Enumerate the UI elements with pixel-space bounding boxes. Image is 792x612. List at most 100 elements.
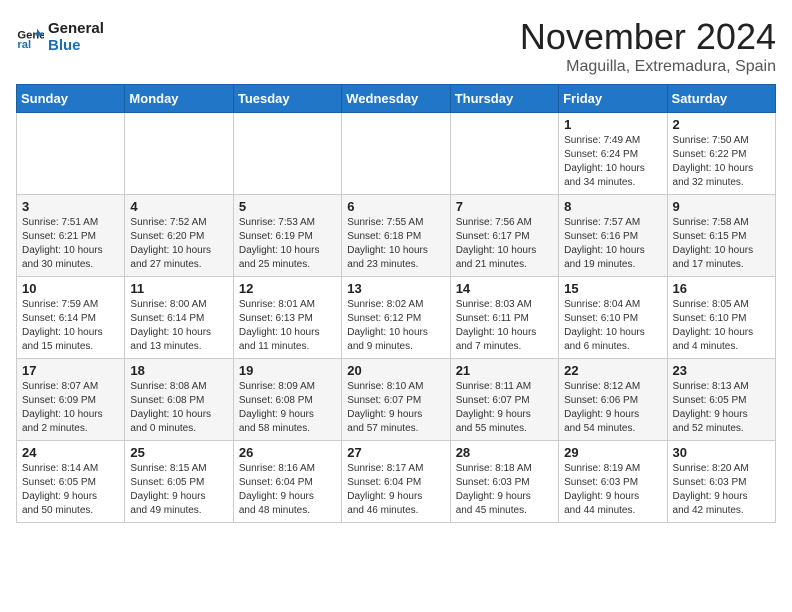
weekday-header: Monday	[125, 85, 233, 113]
calendar-cell	[233, 113, 341, 195]
day-info: Sunrise: 7:49 AM Sunset: 6:24 PM Dayligh…	[564, 134, 661, 190]
calendar-cell: 4Sunrise: 7:52 AM Sunset: 6:20 PM Daylig…	[125, 195, 233, 277]
calendar-cell: 5 Sunrise: 7:53 AM Sunset: 6:19 PM Daylig…	[233, 195, 341, 277]
calendar-cell: 24 Sunrise: 8:14 AM Sunset: 6:05 PM Dayli…	[17, 441, 125, 523]
day-number: 13	[347, 281, 444, 296]
calendar-cell: 12Sunrise: 8:01 AM Sunset: 6:13 PM Dayli…	[233, 277, 341, 359]
logo-icon: Gene ral	[16, 23, 44, 51]
day-number: 15	[564, 281, 661, 296]
weekday-header: Saturday	[667, 85, 775, 113]
day-info: Sunrise: 7:58 AM Sunset: 6:15 PM Dayligh…	[673, 216, 770, 272]
calendar-cell: 16 Sunrise: 8:05 AM Sunset: 6:10 PM Dayli…	[667, 277, 775, 359]
location-title: Maguilla, Extremadura, Spain	[520, 58, 776, 76]
calendar-cell: 23 Sunrise: 8:13 AM Sunset: 6:05 PM Dayli…	[667, 359, 775, 441]
day-info: Sunrise: 7:50 AM Sunset: 6:22 PM Dayligh…	[673, 134, 770, 190]
calendar-cell: 22 Sunrise: 8:12 AM Sunset: 6:06 PM Dayli…	[559, 359, 667, 441]
day-info: Sunrise: 8:11 AM Sunset: 6:07 PM Dayligh…	[456, 380, 553, 436]
day-number: 17	[22, 363, 119, 378]
weekday-header: Wednesday	[342, 85, 450, 113]
day-number: 18	[130, 363, 227, 378]
day-info: Sunrise: 8:09 AM Sunset: 6:08 PM Dayligh…	[239, 380, 336, 436]
day-number: 22	[564, 363, 661, 378]
calendar-cell: 13 Sunrise: 8:02 AM Sunset: 6:12 PM Dayli…	[342, 277, 450, 359]
day-info: Sunrise: 8:08 AM Sunset: 6:08 PM Dayligh…	[130, 380, 227, 436]
header: Gene ral General Blue November 2024 Magu…	[16, 16, 776, 76]
calendar-cell	[125, 113, 233, 195]
weekday-header: Friday	[559, 85, 667, 113]
day-info: Sunrise: 8:02 AM Sunset: 6:12 PM Dayligh…	[347, 298, 444, 354]
day-info: Sunrise: 8:15 AM Sunset: 6:05 PM Dayligh…	[130, 462, 227, 518]
day-number: 26	[239, 445, 336, 460]
svg-text:ral: ral	[17, 39, 31, 51]
calendar-cell	[342, 113, 450, 195]
title-area: November 2024 Maguilla, Extremadura, Spa…	[520, 16, 776, 76]
day-number: 14	[456, 281, 553, 296]
calendar-cell: 28Sunrise: 8:18 AM Sunset: 6:03 PM Dayli…	[450, 441, 558, 523]
calendar-cell: 17Sunrise: 8:07 AM Sunset: 6:09 PM Dayli…	[17, 359, 125, 441]
logo-line2: Blue	[48, 37, 104, 54]
day-number: 23	[673, 363, 770, 378]
calendar-cell: 21Sunrise: 8:11 AM Sunset: 6:07 PM Dayli…	[450, 359, 558, 441]
weekday-header-row: SundayMondayTuesdayWednesdayThursdayFrid…	[17, 85, 776, 113]
logo-line1: General	[48, 20, 104, 37]
day-number: 8	[564, 199, 661, 214]
day-number: 3	[22, 199, 119, 214]
calendar-cell	[450, 113, 558, 195]
calendar-cell: 25 Sunrise: 8:15 AM Sunset: 6:05 PM Dayli…	[125, 441, 233, 523]
calendar-week-row: 3 Sunrise: 7:51 AM Sunset: 6:21 PM Daylig…	[17, 195, 776, 277]
day-info: Sunrise: 7:55 AM Sunset: 6:18 PM Dayligh…	[347, 216, 444, 272]
calendar-cell: 2Sunrise: 7:50 AM Sunset: 6:22 PM Daylig…	[667, 113, 775, 195]
day-info: Sunrise: 8:13 AM Sunset: 6:05 PM Dayligh…	[673, 380, 770, 436]
day-info: Sunrise: 7:56 AM Sunset: 6:17 PM Dayligh…	[456, 216, 553, 272]
day-number: 29	[564, 445, 661, 460]
day-number: 25	[130, 445, 227, 460]
calendar-cell: 14Sunrise: 8:03 AM Sunset: 6:11 PM Dayli…	[450, 277, 558, 359]
day-info: Sunrise: 8:01 AM Sunset: 6:13 PM Dayligh…	[239, 298, 336, 354]
day-number: 19	[239, 363, 336, 378]
calendar-cell: 30Sunrise: 8:20 AM Sunset: 6:03 PM Dayli…	[667, 441, 775, 523]
day-info: Sunrise: 8:04 AM Sunset: 6:10 PM Dayligh…	[564, 298, 661, 354]
weekday-header: Sunday	[17, 85, 125, 113]
day-info: Sunrise: 8:17 AM Sunset: 6:04 PM Dayligh…	[347, 462, 444, 518]
calendar-cell: 3 Sunrise: 7:51 AM Sunset: 6:21 PM Daylig…	[17, 195, 125, 277]
day-number: 9	[673, 199, 770, 214]
calendar-cell: 26Sunrise: 8:16 AM Sunset: 6:04 PM Dayli…	[233, 441, 341, 523]
day-info: Sunrise: 8:18 AM Sunset: 6:03 PM Dayligh…	[456, 462, 553, 518]
calendar-cell: 18 Sunrise: 8:08 AM Sunset: 6:08 PM Dayli…	[125, 359, 233, 441]
calendar-week-row: 1 Sunrise: 7:49 AM Sunset: 6:24 PM Daylig…	[17, 113, 776, 195]
day-number: 16	[673, 281, 770, 296]
day-info: Sunrise: 8:10 AM Sunset: 6:07 PM Dayligh…	[347, 380, 444, 436]
calendar-week-row: 17Sunrise: 8:07 AM Sunset: 6:09 PM Dayli…	[17, 359, 776, 441]
calendar-cell: 1 Sunrise: 7:49 AM Sunset: 6:24 PM Daylig…	[559, 113, 667, 195]
calendar: SundayMondayTuesdayWednesdayThursdayFrid…	[16, 84, 776, 523]
calendar-cell: 15 Sunrise: 8:04 AM Sunset: 6:10 PM Dayli…	[559, 277, 667, 359]
day-info: Sunrise: 7:59 AM Sunset: 6:14 PM Dayligh…	[22, 298, 119, 354]
day-info: Sunrise: 8:20 AM Sunset: 6:03 PM Dayligh…	[673, 462, 770, 518]
calendar-week-row: 24 Sunrise: 8:14 AM Sunset: 6:05 PM Dayli…	[17, 441, 776, 523]
day-info: Sunrise: 7:52 AM Sunset: 6:20 PM Dayligh…	[130, 216, 227, 272]
weekday-header: Thursday	[450, 85, 558, 113]
calendar-cell: 6Sunrise: 7:55 AM Sunset: 6:18 PM Daylig…	[342, 195, 450, 277]
day-number: 27	[347, 445, 444, 460]
calendar-cell: 27 Sunrise: 8:17 AM Sunset: 6:04 PM Dayli…	[342, 441, 450, 523]
day-number: 5	[239, 199, 336, 214]
calendar-week-row: 10 Sunrise: 7:59 AM Sunset: 6:14 PM Dayli…	[17, 277, 776, 359]
day-number: 24	[22, 445, 119, 460]
day-number: 10	[22, 281, 119, 296]
day-info: Sunrise: 8:14 AM Sunset: 6:05 PM Dayligh…	[22, 462, 119, 518]
calendar-cell	[17, 113, 125, 195]
day-info: Sunrise: 8:00 AM Sunset: 6:14 PM Dayligh…	[130, 298, 227, 354]
calendar-cell: 11Sunrise: 8:00 AM Sunset: 6:14 PM Dayli…	[125, 277, 233, 359]
day-number: 1	[564, 117, 661, 132]
month-title: November 2024	[520, 16, 776, 58]
day-info: Sunrise: 8:05 AM Sunset: 6:10 PM Dayligh…	[673, 298, 770, 354]
day-number: 20	[347, 363, 444, 378]
calendar-cell: 20 Sunrise: 8:10 AM Sunset: 6:07 PM Dayli…	[342, 359, 450, 441]
day-info: Sunrise: 8:12 AM Sunset: 6:06 PM Dayligh…	[564, 380, 661, 436]
logo: Gene ral General Blue	[16, 20, 104, 54]
weekday-header: Tuesday	[233, 85, 341, 113]
day-info: Sunrise: 7:51 AM Sunset: 6:21 PM Dayligh…	[22, 216, 119, 272]
day-info: Sunrise: 7:53 AM Sunset: 6:19 PM Dayligh…	[239, 216, 336, 272]
calendar-cell: 29Sunrise: 8:19 AM Sunset: 6:03 PM Dayli…	[559, 441, 667, 523]
calendar-cell: 9 Sunrise: 7:58 AM Sunset: 6:15 PM Daylig…	[667, 195, 775, 277]
